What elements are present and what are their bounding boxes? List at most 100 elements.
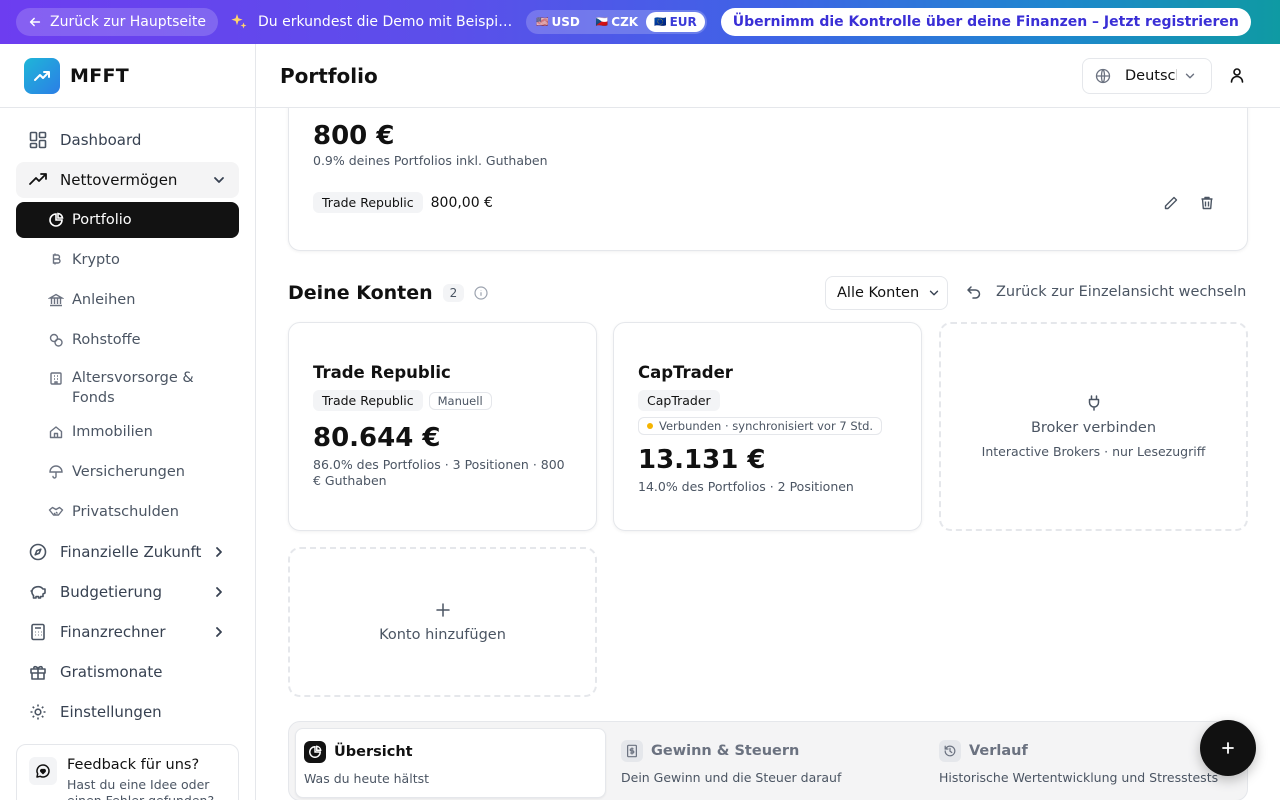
sidebar-item-rohstoffe[interactable]: Rohstoffe [16,322,239,358]
sidebar-item-nettovermoegen[interactable]: Nettovermögen [16,162,239,198]
currency-switcher: 🇺🇸 USD 🇨🇿 CZK 🇪🇺 EUR [526,10,707,34]
gift-icon [28,662,48,682]
feedback-text: Hast du eine Idee oder einen Fehler gefu… [67,777,214,800]
sidebar-nav: Dashboard Nettovermögen Portfolio Krypto [0,108,255,730]
currency-czk-button[interactable]: 🇨🇿 CZK [588,12,646,32]
page-title: Portfolio [280,63,378,88]
register-button[interactable]: Übernimm die Kontrolle über deine Finanz… [720,8,1251,36]
feedback-card[interactable]: Feedback für uns? Hast du eine Idee oder… [16,744,239,800]
plus-icon [435,603,450,617]
portfolio-tabs: Übersicht Was du heute hältst Gewinn & S… [288,721,1248,800]
currency-code: CZK [611,15,639,29]
sparkles-icon [230,13,248,31]
accounts-count-badge: 2 [442,284,465,302]
sidebar-item-dashboard[interactable]: Dashboard [16,122,239,158]
home-icon [48,424,64,440]
language-value: Deutsch [1125,68,1177,84]
pencil-icon[interactable] [1163,195,1179,211]
tab-description: Dein Gewinn und die Steuer darauf [621,770,842,785]
sync-status-text: Verbunden · synchronisiert vor 7 Std. [659,419,874,433]
logo-trending-up-icon [24,57,60,94]
status-dot [647,423,653,429]
bitcoin-icon [48,252,64,268]
sidebar-item-portfolio[interactable]: Portfolio [16,202,239,238]
account-value: 13.131 € [638,445,766,475]
accounts-filter-select[interactable]: Alle Konten [825,276,948,310]
sidebar-item-label: Anleihen [72,292,136,308]
brand[interactable]: MFFT [0,44,255,108]
broker-tag: CapTrader [638,390,720,411]
add-fab-button[interactable] [1200,720,1256,776]
building-icon [48,370,64,386]
currency-code: EUR [669,15,697,29]
gear-icon [28,702,48,722]
chevron-right-icon [216,587,222,597]
currency-usd-button[interactable]: 🇺🇸 USD [528,12,588,32]
pie-chart-icon [48,212,64,228]
sidebar-item-altersvorsorge[interactable]: Altersvorsorge & Fonds [16,362,239,410]
cash-row: Trade Republic 800,00 € [313,192,493,213]
sidebar-item-immobilien[interactable]: Immobilien [16,414,239,450]
broker-tag: Trade Republic [313,192,423,213]
chevron-right-icon [216,547,222,557]
sidebar-item-einstellungen[interactable]: Einstellungen [16,694,239,730]
demo-banner: Zurück zur Hauptseite Du erkundest die D… [0,0,1280,44]
switch-view-label: Zurück zur Einzelansicht wechseln [996,284,1247,300]
chevron-down-icon [1185,73,1195,79]
add-account-card[interactable]: Konto hinzufügen [288,547,597,697]
sidebar-item-privatschulden[interactable]: Privatschulden [16,494,239,530]
chevron-down-icon [214,177,224,183]
trending-up-icon [28,170,48,190]
tab-verlauf[interactable]: Verlauf Historische Wertentwicklung und … [931,728,1242,798]
sidebar-item-label: Finanzrechner [60,623,166,641]
account-card-trade-republic[interactable]: Trade Republic Trade Republic Manuell 80… [288,322,597,531]
demo-notice-text: Du erkundest die Demo mit Beispieldaten [258,14,514,30]
sidebar-item-finanzielle-zukunft[interactable]: Finanzielle Zukunft [16,534,239,570]
tab-label: Übersicht [334,744,413,760]
sidebar-item-krypto[interactable]: Krypto [16,242,239,278]
cash-value: 800,00 € [430,194,493,211]
sync-status-badge: Verbunden · synchronisiert vor 7 Std. [638,417,883,435]
info-icon[interactable] [474,286,488,300]
trash-icon[interactable] [1199,195,1215,211]
connect-broker-card[interactable]: Broker verbinden Interactive Brokers · n… [939,322,1248,531]
sidebar-item-label: Rohstoffe [72,332,141,348]
accounts-filter-value: Alle Konten [837,285,920,301]
account-card-captrader[interactable]: CapTrader CapTrader Verbunden · synchron… [613,322,922,531]
sidebar-item-label: Budgetierung [60,583,163,601]
sidebar-item-budgetierung[interactable]: Budgetierung [16,574,239,610]
globe-icon [1095,68,1111,84]
account-subtitle: 86.0% des Portfolios · 3 Positionen · 80… [313,457,565,488]
sidebar-item-label: Einstellungen [60,703,162,721]
tab-label: Gewinn & Steuern [651,743,800,759]
accounts-title: Deine Konten [288,282,433,304]
currency-code: USD [551,15,580,29]
sidebar-item-finanzrechner[interactable]: Finanzrechner [16,614,239,650]
currency-eur-button[interactable]: 🇪🇺 EUR [646,12,705,32]
sidebar-item-anleihen[interactable]: Anleihen [16,282,239,318]
umbrella-icon [48,464,64,480]
sidebar-item-label: Altersvorsorge & Fonds [72,370,194,406]
account-tags: CapTrader [638,390,897,411]
tab-gewinn-steuern[interactable]: Gewinn & Steuern Dein Gewinn und die Ste… [613,728,924,798]
receipt-icon [621,740,643,762]
broker-tag: Trade Republic [313,390,423,411]
account-name: CapTrader [638,363,733,382]
switch-view-button[interactable]: Zurück zur Einzelansicht wechseln [966,284,1246,300]
sidebar-item-label: Portfolio [72,212,132,228]
tab-uebersicht[interactable]: Übersicht Was du heute hältst [295,728,606,798]
connect-broker-title: Broker verbinden [1030,420,1157,436]
user-icon[interactable] [1228,66,1246,84]
connect-broker-subtitle: Interactive Brokers · nur Lesezugriff [981,444,1206,459]
language-select[interactable]: Deutsch [1082,58,1212,94]
flag-eu: 🇪🇺 [654,16,666,28]
add-account-title: Konto hinzufügen [379,627,506,643]
bank-icon [48,292,64,308]
cash-actions [1163,195,1215,211]
back-to-home-button[interactable]: Zurück zur Hauptseite [16,8,219,36]
tab-description: Was du heute hältst [304,771,430,786]
sidebar-item-versicherungen[interactable]: Versicherungen [16,454,239,490]
sidebar-item-label: Privatschulden [72,504,179,520]
sidebar-item-gratismonate[interactable]: Gratismonate [16,654,239,690]
sidebar-item-label: Immobilien [72,424,153,440]
